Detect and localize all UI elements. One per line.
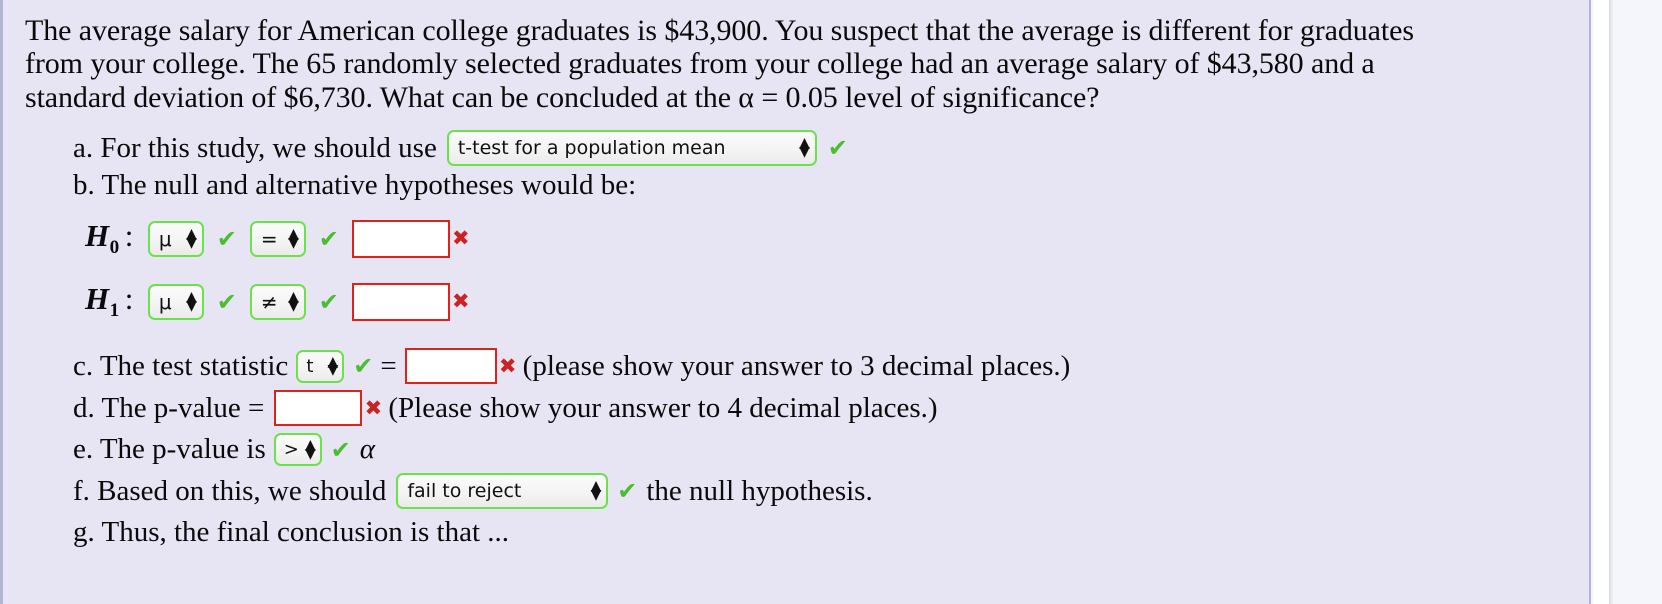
test-statistic-equals-sign: =	[380, 350, 397, 383]
check-icon-alt-parameter: ✔	[216, 287, 237, 316]
chevron-updown-icon: ▲ ▼	[186, 290, 197, 314]
cross-icon-p-value: ✖	[364, 395, 383, 420]
null-h-letter: H	[85, 218, 110, 254]
decision-select[interactable]: fail to reject ▲ ▼	[396, 472, 609, 509]
step-e-label-before: e. The p-value is	[73, 433, 266, 466]
spinner-down-glyph: ▼	[304, 445, 316, 462]
alt-h-letter: H	[85, 281, 110, 317]
spinner-down-glyph: ▼	[590, 486, 602, 503]
alt-hypothesis-row: H1: μ ▲ ▼ ✔ ≠ ▲ ▼ ✔ ✖	[73, 281, 1589, 322]
step-f-label-after: the null hypothesis.	[646, 474, 873, 507]
check-icon-alt-operator: ✔	[318, 287, 339, 316]
step-a-row: a. For this study, we should use t-test …	[73, 129, 1589, 166]
step-f-label-before: f. Based on this, we should	[73, 474, 387, 507]
step-b-label: b. The null and alternative hypotheses w…	[73, 168, 637, 201]
screenshot-root: The average salary for American college …	[0, 0, 1662, 604]
null-operator-select[interactable]: = ▲ ▼	[249, 220, 306, 257]
spinner-down-glyph: ▼	[288, 234, 299, 251]
step-d-label-after: (Please show your answer to 4 decimal pl…	[388, 392, 938, 425]
null-parameter-select[interactable]: μ ▲ ▼	[147, 220, 204, 257]
null-h-subscript: 0	[109, 237, 120, 259]
step-c-label-after: (please show your answer to 3 decimal pl…	[522, 350, 1071, 383]
check-icon-decision: ✔	[617, 476, 638, 505]
page-gutter-shadow	[1609, 0, 1613, 604]
cross-icon-alt-value: ✖	[452, 289, 470, 314]
question-panel: The average salary for American college …	[0, 0, 1591, 604]
check-icon-p-value-comparison: ✔	[330, 435, 351, 464]
chevron-updown-icon: ▲ ▼	[186, 227, 197, 251]
cross-icon-test-statistic-value: ✖	[498, 353, 517, 378]
check-icon-null-operator: ✔	[318, 224, 339, 253]
step-b-row: b. The null and alternative hypotheses w…	[73, 168, 1589, 202]
p-value-input[interactable]	[274, 390, 363, 427]
null-operator-select-value: =	[260, 226, 278, 251]
null-hypothesis-label: H0:	[85, 218, 134, 259]
step-f-row: f. Based on this, we should fail to reje…	[73, 472, 1589, 509]
page-outer-gutter	[1612, 0, 1662, 604]
null-value-input[interactable]	[351, 219, 450, 258]
spinner-down-glyph: ▼	[288, 297, 299, 314]
alt-h-colon: :	[124, 281, 134, 317]
null-parameter-select-value: μ	[158, 226, 172, 251]
step-e-alpha-symbol: α	[359, 433, 375, 466]
check-icon-step-a: ✔	[827, 133, 848, 162]
step-g-label: g. Thus, the final conclusion is that ..…	[73, 515, 510, 548]
test-statistic-input[interactable]	[404, 348, 497, 385]
p-value-comparison-select[interactable]: > ▲ ▼	[273, 433, 322, 467]
test-type-select[interactable]: t-test for a population mean ▲ ▼	[446, 129, 817, 166]
step-a-label: a. For this study, we should use	[73, 131, 437, 164]
question-content: The average salary for American college …	[3, 0, 1589, 549]
alt-parameter-select-value: μ	[158, 289, 172, 314]
check-icon-null-parameter: ✔	[216, 224, 237, 253]
spinner-down-glyph: ▼	[186, 297, 197, 314]
alt-hypothesis-label: H1:	[85, 281, 134, 322]
problem-statement: The average salary for American college …	[25, 14, 1414, 114]
alt-h-subscript: 1	[109, 300, 120, 322]
alt-operator-select-value: ≠	[260, 289, 278, 314]
test-type-select-value: t-test for a population mean	[457, 136, 726, 159]
alt-operator-select[interactable]: ≠ ▲ ▼	[249, 283, 306, 320]
steps-list: a. For this study, we should use t-test …	[25, 129, 1589, 549]
chevron-updown-icon: ▲ ▼	[590, 479, 602, 503]
chevron-updown-icon: ▲ ▼	[304, 438, 316, 462]
p-value-comparison-select-value: >	[283, 438, 299, 460]
test-statistic-select[interactable]: t ▲ ▼	[296, 349, 345, 383]
decision-select-value: fail to reject	[407, 479, 522, 502]
chevron-updown-icon: ▲ ▼	[327, 355, 339, 379]
step-c-row: c. The test statistic t ▲ ▼ ✔ = ✖ (pleas…	[73, 348, 1589, 385]
null-h-colon: :	[124, 218, 134, 254]
check-icon-test-statistic: ✔	[353, 352, 374, 381]
alt-value-input[interactable]	[351, 282, 450, 321]
chevron-updown-icon: ▲ ▼	[799, 136, 810, 160]
null-hypothesis-row: H0: μ ▲ ▼ ✔ = ▲ ▼ ✔ ✖	[73, 218, 1589, 259]
spinner-down-glyph: ▼	[799, 143, 810, 160]
chevron-updown-icon: ▲ ▼	[288, 290, 299, 314]
test-statistic-select-value: t	[306, 355, 314, 377]
cross-icon-null-value: ✖	[452, 226, 470, 251]
chevron-updown-icon: ▲ ▼	[288, 227, 299, 251]
alt-parameter-select[interactable]: μ ▲ ▼	[147, 283, 204, 320]
step-d-row: d. The p-value = ✖ (Please show your ans…	[73, 390, 1589, 427]
step-g-row: g. Thus, the final conclusion is that ..…	[73, 515, 1589, 549]
step-c-label-before: c. The test statistic	[73, 350, 289, 383]
spinner-down-glyph: ▼	[186, 234, 197, 251]
step-e-row: e. The p-value is > ▲ ▼ ✔ α	[73, 432, 1589, 467]
step-d-label-before: d. The p-value =	[73, 392, 265, 425]
spinner-down-glyph: ▼	[327, 362, 339, 379]
